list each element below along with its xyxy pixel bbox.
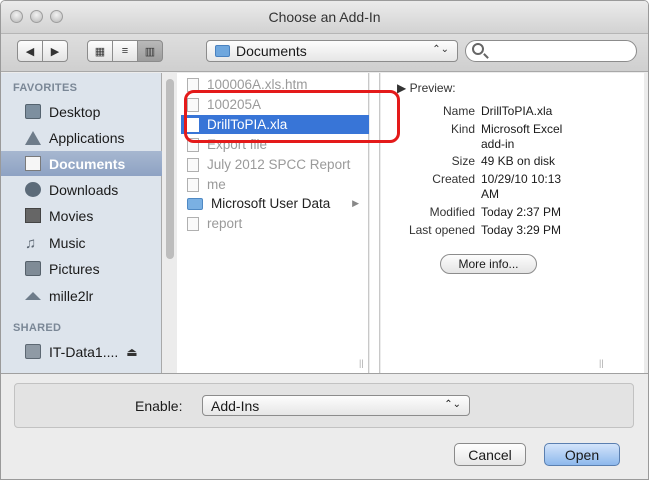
enable-select-value: Add-Ins [211,397,260,414]
sidebar-item-label: Desktop [49,103,101,120]
title-bar: Choose an Add-In [1,1,648,34]
file-icon [187,216,199,231]
folder-name: Microsoft User Data [211,196,331,211]
sidebar-item-label: Downloads [49,181,119,198]
location-label: Documents [236,43,307,59]
created-value-line1: 10/29/10 10:13 [481,172,562,186]
sidebar-item-shared-server[interactable]: IT-Data1.... ⏏ [1,339,162,364]
sidebar-item-music[interactable]: ♫ Music [1,230,162,255]
toolbar: ◀ ▶ ▦ ≡ ▥ Documents ⌃⌄ [1,34,648,72]
pictures-icon [25,261,41,276]
folder-icon [187,197,203,210]
file-row[interactable]: me [181,175,369,194]
file-icon [187,177,199,192]
sidebar-item-downloads[interactable]: Downloads [1,177,162,202]
sidebar-item-applications[interactable]: Applications [1,125,162,150]
icon-view-button[interactable]: ▦ [87,40,113,62]
file-row[interactable]: report [181,214,369,233]
forward-button[interactable]: ▶ [42,40,68,62]
enable-label: Enable: [135,398,183,414]
file-row[interactable]: July 2012 SPCC Report [181,155,369,174]
preview-header: ▶ Preview: [397,81,456,95]
updown-arrows-icon: ⌃⌄ [432,44,449,55]
sidebar-item-label: mille2lr [49,287,94,304]
column-resize-handle[interactable]: || [599,358,604,368]
column-resize-handle[interactable]: || [359,358,364,368]
eject-icon[interactable]: ⏏ [126,345,137,359]
back-button[interactable]: ◀ [17,40,43,62]
modified-label: Modified [429,205,475,219]
window-title: Choose an Add-In [268,9,381,25]
sidebar-item-pictures[interactable]: Pictures [1,256,162,281]
search-icon [472,43,484,55]
last-opened-value: Today 3:29 PM [481,223,562,237]
sidebar-scrollbar[interactable] [166,79,174,259]
home-icon [25,291,41,300]
chevron-left-icon: ◀ [25,45,35,58]
sidebar-item-label: Applications [49,129,125,146]
chevron-right-icon: ▶ [50,45,60,58]
list-icon: ≡ [121,45,129,57]
last-opened-label: Last opened [408,223,475,237]
movies-icon [25,208,41,223]
location-popup[interactable]: Documents ⌃⌄ [206,40,458,62]
shared-header: SHARED [13,322,62,334]
folder-icon [215,45,230,57]
desktop-icon [25,104,41,119]
annotation-highlight-box [184,90,400,143]
size-value: 49 KB on disk [481,154,556,168]
open-button[interactable]: Open [544,443,620,466]
grid-icon: ▦ [94,45,106,58]
kind-value-line2: add-in [481,137,515,151]
column-view-button[interactable]: ▥ [137,40,163,62]
sidebar: FAVORITES Desktop Applications Documents… [1,73,162,373]
columns-icon: ▥ [144,45,156,58]
file-name: July 2012 SPCC Report [207,157,351,172]
favorites-header: FAVORITES [13,82,78,94]
enable-select[interactable]: Add-Ins ⌃⌄ [202,395,470,416]
sidebar-item-label: Pictures [49,260,100,277]
file-name: me [207,177,226,192]
search-field[interactable] [465,40,637,62]
kind-value-line1: Microsoft Excel [481,122,563,136]
server-icon [25,344,41,359]
updown-arrows-icon: ⌃⌄ [444,399,461,410]
file-name: report [207,216,243,231]
music-icon: ♫ [25,235,37,252]
created-value-line2: AM [481,187,499,201]
file-icon [187,157,199,172]
add-in-dialog-window: Choose an Add-In ◀ ▶ ▦ ≡ ▥ Documents ⌃⌄ … [0,0,649,480]
list-view-button[interactable]: ≡ [112,40,138,62]
documents-icon [25,156,41,171]
cancel-button[interactable]: Cancel [454,443,526,466]
sidebar-item-label: Movies [49,207,94,224]
sidebar-item-desktop[interactable]: Desktop [1,99,162,124]
disclosure-arrow-icon: ▶ [352,198,359,208]
sidebar-item-label: IT-Data1.... [49,343,119,360]
size-label: Size [451,154,475,168]
enable-options-box: Enable: Add-Ins ⌃⌄ [14,383,634,428]
folder-row[interactable]: Microsoft User Data ▶ [181,194,369,213]
sidebar-item-label: Music [49,234,86,251]
applications-icon [25,130,41,145]
sidebar-item-movies[interactable]: Movies [1,203,162,228]
preview-header-label: Preview: [409,81,456,95]
sidebar-item-documents[interactable]: Documents [1,151,162,176]
sidebar-item-label: Documents [49,155,126,172]
more-info-button[interactable]: More info... [440,254,537,274]
sidebar-item-home[interactable]: mille2lr [1,283,162,308]
modified-value: Today 2:37 PM [481,205,562,219]
created-label: Created [432,172,475,186]
preview-pane: ▶ Preview: Name DrillToPIA.xla Kind Micr… [381,73,644,373]
name-value: DrillToPIA.xla [481,104,553,118]
downloads-icon [25,182,41,197]
dialog-footer: Enable: Add-Ins ⌃⌄ Cancel Open [1,373,648,479]
